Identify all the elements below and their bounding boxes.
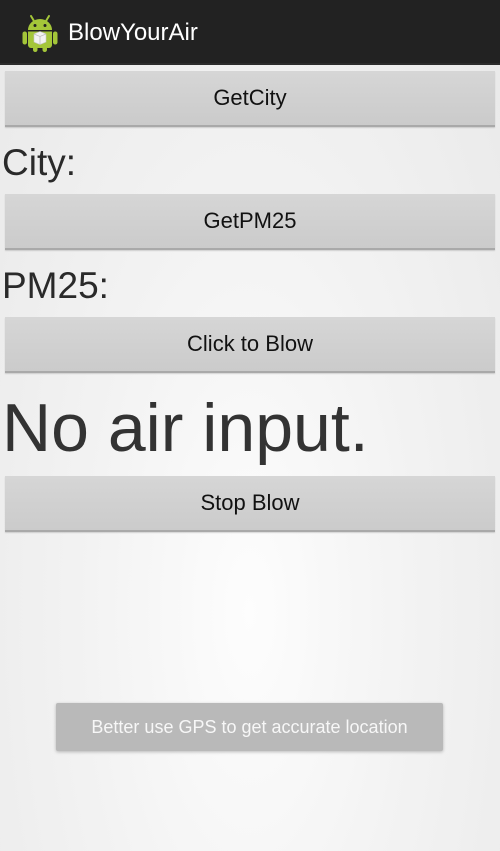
android-robot-icon[interactable] [22,13,58,53]
action-bar: BlowYourAir [0,0,500,65]
pm25-label: PM25: [2,265,109,306]
toast-message: Better use GPS to get accurate location [56,703,443,751]
get-pm25-button[interactable]: GetPM25 [5,194,495,250]
stop-blow-button[interactable]: Stop Blow [5,476,495,532]
get-city-button[interactable]: GetCity [5,71,495,127]
city-label: City: [2,142,76,183]
air-status-text: No air input. [2,390,369,466]
click-to-blow-button[interactable]: Click to Blow [5,317,495,373]
app-title: BlowYourAir [68,19,198,46]
